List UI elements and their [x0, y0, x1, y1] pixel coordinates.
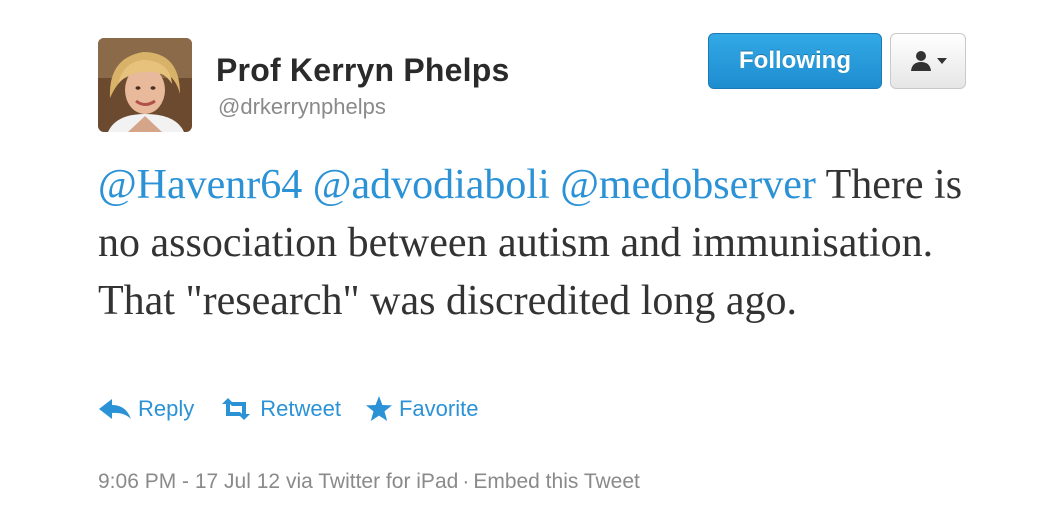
retweet-button[interactable]: Retweet	[218, 396, 341, 422]
tweet-meta: 9:06 PM - 17 Jul 12 via Twitter for iPad…	[98, 470, 640, 494]
mention-link[interactable]: @medobserver	[560, 162, 816, 208]
profile-photo-icon	[98, 38, 192, 132]
embed-tweet-link[interactable]: Embed this Tweet	[473, 470, 640, 493]
caret-down-icon	[937, 58, 947, 64]
tweet-actions: Reply Retweet Favorite	[98, 396, 502, 422]
star-icon	[365, 396, 392, 421]
tweet-text: @Havenr64 @advodiaboli @medobserver Ther…	[98, 156, 978, 330]
tweet-source[interactable]: via Twitter for iPad	[286, 470, 458, 493]
favorite-label: Favorite	[398, 396, 479, 421]
tweet-timestamp[interactable]: 9:06 PM - 17 Jul 12	[98, 470, 280, 493]
user-actions-dropdown-button[interactable]	[890, 33, 966, 89]
user-handle[interactable]: @drkerrynphelps	[218, 94, 386, 120]
retweet-icon	[222, 398, 251, 420]
reply-icon	[99, 399, 131, 419]
user-name[interactable]: Prof Kerryn Phelps	[216, 52, 509, 89]
reply-button[interactable]: Reply	[98, 396, 194, 422]
mention-link[interactable]: @Havenr64	[98, 162, 302, 208]
user-icon	[911, 51, 931, 71]
mention-link[interactable]: @advodiaboli	[313, 162, 550, 208]
meta-separator: ·	[462, 470, 470, 493]
retweet-label: Retweet	[260, 396, 341, 421]
following-button[interactable]: Following	[708, 33, 882, 89]
reply-label: Reply	[138, 396, 195, 421]
avatar[interactable]	[98, 38, 192, 132]
favorite-button[interactable]: Favorite	[365, 396, 478, 422]
